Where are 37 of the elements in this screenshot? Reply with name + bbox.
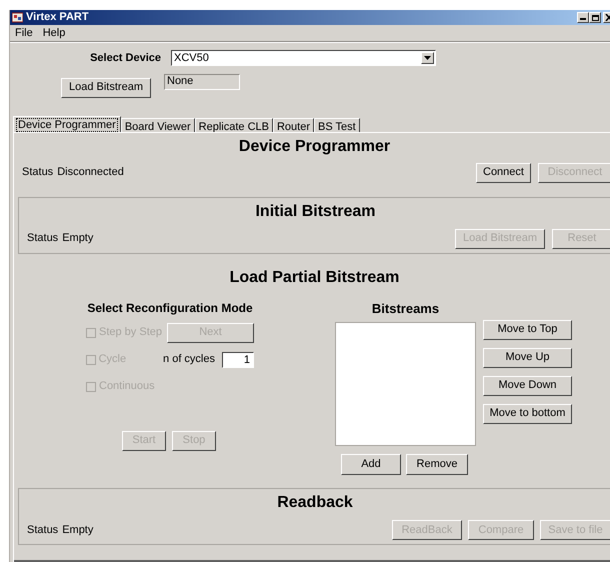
minimize-icon[interactable] xyxy=(577,12,589,23)
group-title: Select Reconfiguration Mode xyxy=(87,300,253,316)
maximize-icon[interactable] xyxy=(589,12,601,23)
menu-item[interactable]: File xyxy=(15,24,33,42)
section-title: Initial Bitstream xyxy=(255,202,376,220)
cycles-input[interactable]: 1 xyxy=(222,352,254,368)
dropdown-caret-icon[interactable] xyxy=(421,52,434,64)
section-title: Device Programmer xyxy=(238,138,390,156)
tab[interactable]: Board Viewer xyxy=(120,118,195,132)
status-label: Status xyxy=(27,522,58,538)
app-icon xyxy=(12,12,23,23)
button[interactable]: Move Down xyxy=(483,376,572,396)
status-value: Disconnected xyxy=(57,165,124,180)
button[interactable]: Add xyxy=(341,454,401,475)
button[interactable]: Move to Top xyxy=(483,320,572,340)
field-label: Select Device xyxy=(89,51,161,66)
button[interactable]: Remove xyxy=(406,454,468,475)
status-label: Status xyxy=(22,165,54,180)
device-dropdown[interactable]: XCV50 xyxy=(171,50,436,66)
status-label: Status xyxy=(27,231,58,246)
tab[interactable]: BS Test xyxy=(314,118,360,132)
tab[interactable]: Device Programmer xyxy=(13,116,121,132)
button[interactable]: Move to bottom xyxy=(483,404,572,424)
menu-item[interactable]: Help xyxy=(42,24,66,42)
section-title: Load Partial Bitstream xyxy=(230,268,400,286)
field-label: n of cycles xyxy=(163,352,215,368)
status-value: Empty xyxy=(62,231,94,246)
tab[interactable]: Router xyxy=(272,118,314,132)
section-title: Readback xyxy=(277,494,353,512)
button[interactable]: Move Up xyxy=(483,348,572,368)
status-value: Empty xyxy=(62,522,94,538)
file-name-field: None xyxy=(164,74,240,90)
window-title: Virtex PART xyxy=(26,10,89,26)
group-title: Bitstreams xyxy=(370,300,440,318)
button[interactable]: Load Bitstream xyxy=(61,78,151,98)
tab[interactable]: Replicate CLB xyxy=(194,118,273,132)
button[interactable]: Connect xyxy=(476,162,531,182)
